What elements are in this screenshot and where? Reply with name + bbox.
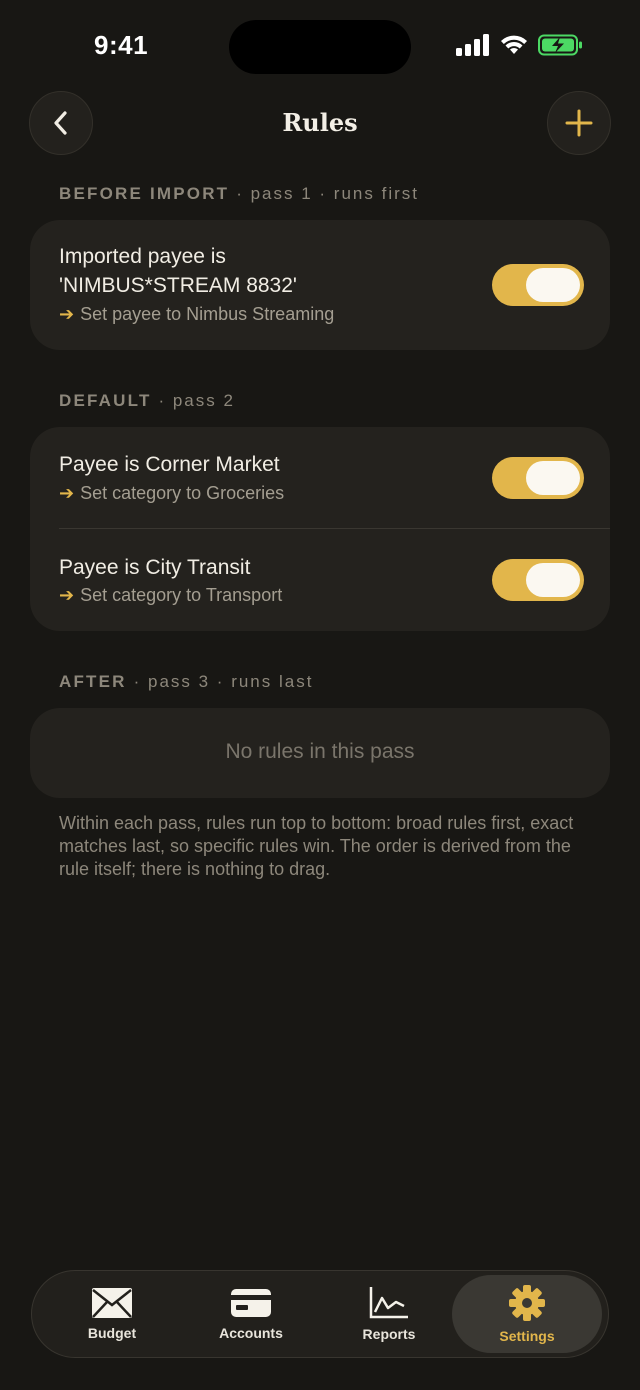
rules-card-before-import: Imported payee is 'NIMBUS*STREAM 8832' ➔… [30,220,610,350]
rule-condition-line: 'NIMBUS*STREAM 8832' [59,274,297,297]
toggle-knob [526,268,580,302]
add-rule-button[interactable] [547,91,611,155]
rule-action-text: Set category to Transport [80,585,283,605]
status-icons [456,34,584,56]
tab-bar: Budget Accounts Reports Settings [31,1270,609,1358]
section-meta: · pass 3 · runs last [133,672,314,691]
section-meta: · pass 2 [158,391,235,410]
tab-label: Reports [362,1326,416,1342]
tab-accounts[interactable]: Accounts [176,1275,326,1353]
rule-enabled-toggle[interactable] [492,457,584,499]
wifi-icon [501,35,527,54]
rule-enabled-toggle[interactable] [492,264,584,306]
page-title: Rules [282,108,358,137]
plus-icon [565,109,593,137]
empty-state-text: No rules in this pass [225,740,415,763]
tab-settings[interactable]: Settings [452,1275,602,1353]
tab-label: Budget [87,1325,137,1341]
rule-condition: Payee is Corner Market [59,453,280,476]
tab-label: Settings [499,1328,555,1344]
section-title: AFTER [59,672,127,691]
tab-budget[interactable]: Budget [37,1275,187,1353]
rules-card-after: No rules in this pass [30,708,610,798]
rule-condition-line: Imported payee is [59,245,226,268]
battery-charging-icon [538,34,582,56]
tab-reports[interactable]: Reports [314,1275,464,1353]
rule-action: ➔ Set category to Transport [59,585,282,606]
rule-row[interactable]: Imported payee is 'NIMBUS*STREAM 8832' ➔… [30,220,610,350]
rule-action-text: Set payee to Nimbus Streaming [80,304,335,324]
card-icon [231,1289,271,1317]
section-heading-before-import: BEFORE IMPORT · pass 1 · runs first [59,184,419,204]
rule-action-text: Set category to Groceries [80,483,285,503]
arrow-right-icon: ➔ [59,304,75,324]
chart-icon [369,1287,408,1319]
status-bar: 9:41 [0,0,640,90]
tab-label: Accounts [219,1325,283,1341]
section-heading-after: AFTER · pass 3 · runs last [59,672,313,692]
rule-row[interactable]: Payee is City Transit ➔ Set category to T… [30,529,610,631]
dynamic-island [229,20,411,74]
rule-enabled-toggle[interactable] [492,559,584,601]
rules-card-default: Payee is Corner Market ➔ Set category to … [30,427,610,631]
arrow-right-icon: ➔ [59,585,75,605]
signal-icon [456,34,489,56]
section-heading-default: DEFAULT · pass 2 [59,391,235,411]
section-title: BEFORE IMPORT [59,184,230,203]
ordering-footnote: Within each pass, rules run top to botto… [59,813,574,879]
envelope-icon [92,1288,132,1318]
rule-condition: Payee is City Transit [59,556,251,579]
toggle-knob [526,563,580,597]
rule-action: ➔ Set payee to Nimbus Streaming [59,304,334,325]
arrow-right-icon: ➔ [59,483,75,503]
status-time: 9:41 [94,30,149,60]
toggle-knob [526,461,580,495]
rule-action: ➔ Set category to Groceries [59,483,284,504]
rule-condition: Imported payee is 'NIMBUS*STREAM 8832' [59,242,297,300]
section-title: DEFAULT [59,391,152,410]
section-meta: · pass 1 · runs first [236,184,419,203]
gear-icon [509,1285,545,1321]
rule-row[interactable]: Payee is Corner Market ➔ Set category to … [30,427,610,528]
